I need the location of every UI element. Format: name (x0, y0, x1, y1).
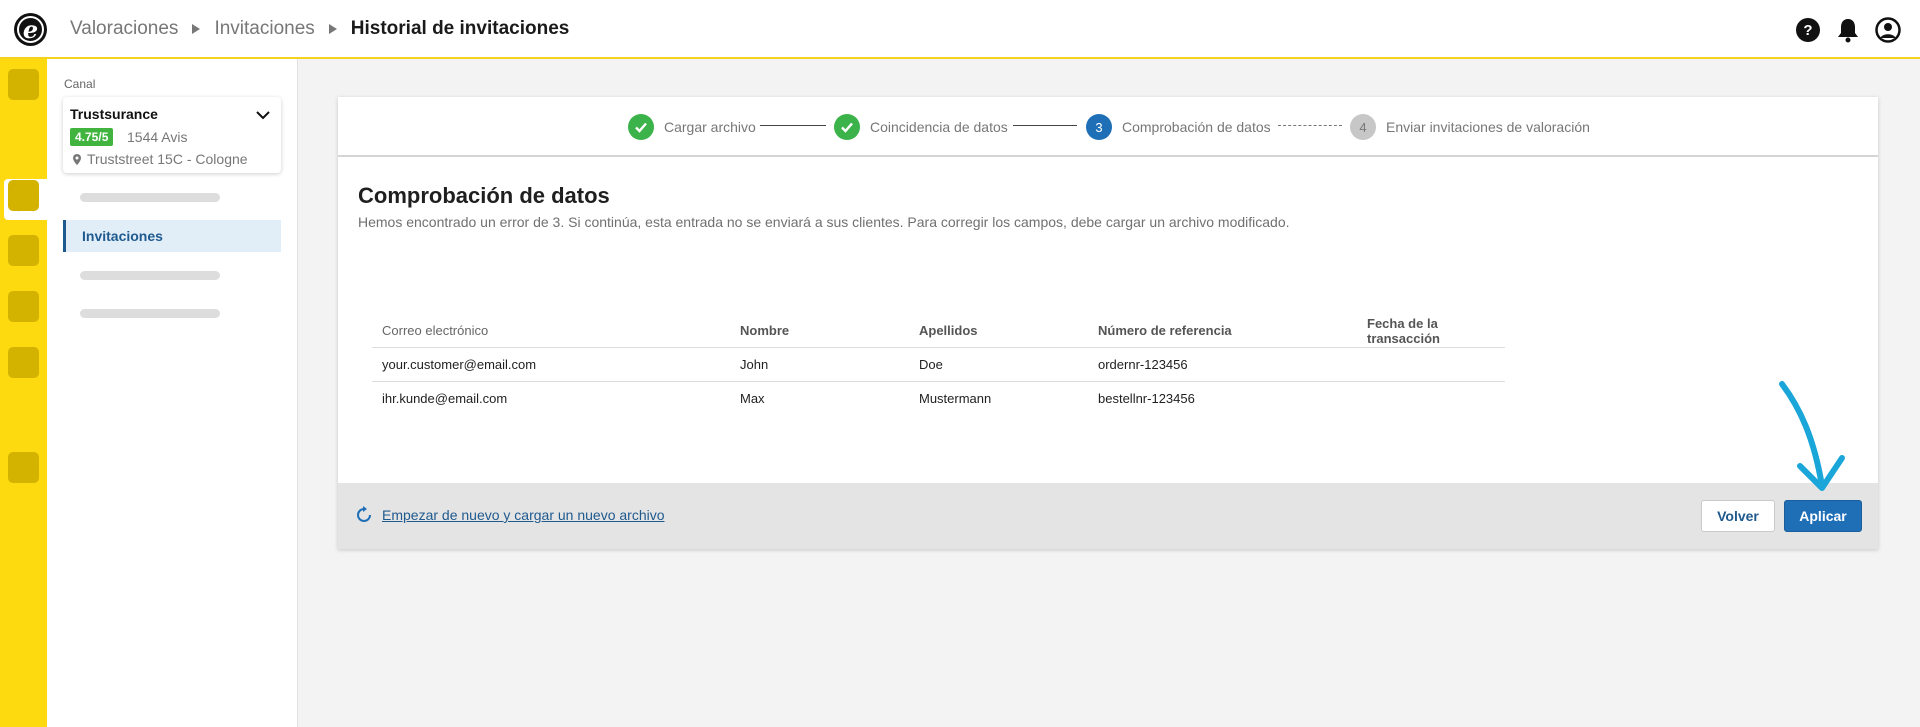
sidebar-item-invitaciones[interactable]: Invitaciones (63, 220, 281, 252)
user-icon[interactable] (1874, 16, 1902, 44)
column-header: Fecha de la transacción (1357, 315, 1505, 348)
cell-last-name: Doe (909, 347, 1088, 382)
breadcrumb-separator-icon (328, 24, 337, 34)
table-row: your.customer@email.com John Doe ordernr… (372, 347, 1505, 382)
channel-address: Truststreet 15C - Cologne (73, 151, 248, 167)
top-bar: e Valoraciones Invitaciones Historial de… (0, 0, 1920, 59)
channel-name: Trustsurance (70, 106, 158, 122)
restart-link[interactable]: Empezar de nuevo y cargar un nuevo archi… (354, 505, 665, 525)
apply-button[interactable]: Aplicar (1784, 500, 1862, 532)
step-number: 3 (1086, 114, 1112, 140)
column-header: Apellidos (909, 315, 1088, 348)
cell-reference: bestellnr-123456 (1098, 390, 1195, 406)
review-count: 1544 Avis (127, 129, 188, 145)
rail-item[interactable] (8, 452, 39, 483)
channel-address-text: Truststreet 15C - Cologne (87, 151, 248, 167)
column-header: Número de referencia (1088, 315, 1357, 348)
check-icon (628, 114, 654, 140)
sidebar: Canal Trustsurance 4.75/5 1544 Avis Trus… (47, 59, 298, 727)
progress-stepper: Cargar archivo Coincidencia de datos 3 C… (338, 97, 1878, 157)
bell-icon[interactable] (1834, 16, 1862, 44)
cell-last-name: Mustermann (919, 390, 992, 406)
restart-link-label[interactable]: Empezar de nuevo y cargar un nuevo archi… (382, 507, 665, 523)
rail-item[interactable] (8, 291, 39, 322)
column-header: Nombre (730, 315, 909, 348)
rail-item[interactable] (8, 347, 39, 378)
step-label: Cargar archivo (664, 119, 756, 135)
card-footer: Empezar de nuevo y cargar un nuevo archi… (338, 483, 1878, 549)
breadcrumb: Valoraciones Invitaciones Historial de i… (70, 18, 569, 40)
table-row: ihr.kunde@email.com Max Mustermann beste… (372, 381, 1505, 415)
cell-date (1357, 381, 1505, 415)
data-table: Correo electrónico Nombre Apellidos Núme… (372, 315, 1505, 415)
step-label: Comprobación de datos (1122, 119, 1271, 135)
step-3: 3 Comprobación de datos (1086, 114, 1271, 140)
breadcrumb-valoraciones[interactable]: Valoraciones (70, 18, 178, 40)
canal-label: Canal (64, 77, 96, 91)
svg-text:?: ? (1803, 22, 1812, 39)
table-header-row: Correo electrónico Nombre Apellidos Núme… (372, 315, 1505, 348)
section-description: Hemos encontrado un error de 3. Si conti… (358, 214, 1290, 230)
app-rail (0, 59, 48, 727)
step-4: 4 Enviar invitaciones de valoración (1350, 114, 1590, 140)
chevron-down-icon[interactable] (255, 107, 271, 128)
rail-item[interactable] (8, 180, 39, 211)
step-number: 4 (1350, 114, 1376, 140)
step-connector (760, 125, 826, 126)
cell-email: ihr.kunde@email.com (382, 390, 508, 406)
channel-selector[interactable]: Trustsurance 4.75/5 1544 Avis Truststree… (63, 97, 281, 173)
refresh-icon (357, 506, 371, 522)
data-check-card: Cargar archivo Coincidencia de datos 3 C… (338, 97, 1878, 549)
step-2: Coincidencia de datos (834, 114, 1008, 140)
step-label: Enviar invitaciones de valoración (1386, 119, 1590, 135)
check-icon (834, 114, 860, 140)
column-header: Correo electrónico (372, 315, 730, 348)
page-title: Historial de invitaciones (350, 18, 570, 39)
nav-item-placeholder[interactable] (80, 193, 220, 202)
breadcrumb-invitaciones[interactable]: Invitaciones (214, 18, 314, 40)
step-1: Cargar archivo (628, 114, 756, 140)
section-title: Comprobación de datos (358, 183, 610, 208)
cell-first-name: Max (740, 390, 765, 406)
rating-badge: 4.75/5 (70, 128, 114, 146)
cell-email: your.customer@email.com (372, 347, 730, 382)
breadcrumb-separator-icon (192, 24, 201, 34)
cell-first-name: John (730, 347, 909, 382)
app-logo[interactable]: e (14, 13, 47, 46)
step-connector (1013, 125, 1077, 126)
step-connector (1278, 125, 1342, 126)
step-label: Coincidencia de datos (870, 119, 1008, 135)
location-pin-icon (73, 153, 81, 165)
rail-item[interactable] (8, 69, 39, 100)
rail-item[interactable] (8, 235, 39, 266)
help-icon[interactable]: ? (1794, 16, 1822, 44)
cell-reference: ordernr-123456 (1088, 347, 1357, 382)
annotation-arrow-icon (1770, 378, 1860, 503)
back-button[interactable]: Volver (1701, 500, 1775, 532)
nav-item-placeholder[interactable] (80, 309, 220, 318)
cell-date (1357, 347, 1505, 382)
nav-item-placeholder[interactable] (80, 271, 220, 280)
